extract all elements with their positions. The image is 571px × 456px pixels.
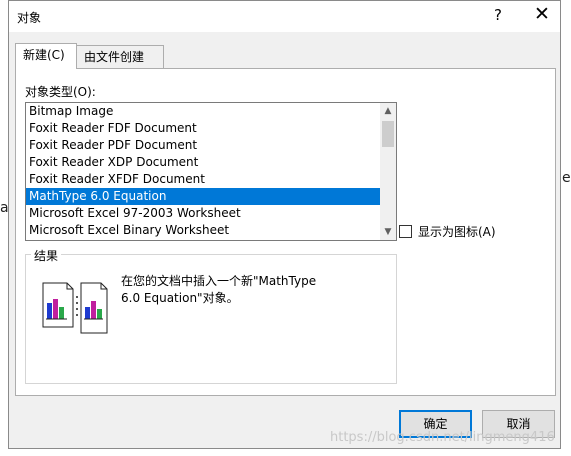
list-item-selected[interactable]: MathType 6.0 Equation (26, 188, 381, 205)
close-button[interactable]: ✕ (530, 3, 554, 25)
object-type-label: 对象类型(O): (25, 85, 96, 99)
scroll-up-icon[interactable]: ▲ (380, 103, 396, 119)
vertical-scrollbar[interactable]: ▲ ▼ (380, 103, 396, 240)
help-button[interactable]: ? (487, 6, 509, 24)
dialog-title: 对象 (17, 11, 42, 25)
object-type-listbox[interactable]: Bitmap Image Foxit Reader FDF Document F… (25, 102, 397, 241)
list-item[interactable]: Microsoft Excel 97-2003 Worksheet (26, 205, 381, 222)
result-legend: 结果 (31, 247, 62, 264)
insert-object-dialog: 对象 ? ✕ 新建(C) 由文件创建(F) 对象类型(O): Bitmap Im… (8, 0, 561, 449)
list-item[interactable]: Foxit Reader PDF Document (26, 137, 381, 154)
title-bar: 对象 ? ✕ (9, 1, 560, 32)
tab-create-from-file[interactable]: 由文件创建(F) (76, 45, 164, 86)
object-type-list: Bitmap Image Foxit Reader FDF Document F… (26, 103, 381, 239)
result-description-line2: 6.0 Equation"对象。 (121, 291, 239, 305)
list-item[interactable]: Bitmap Image (26, 103, 381, 120)
result-description: 在您的文档中插入一个新"MathType 6.0 Equation"对象。 (121, 273, 351, 307)
background-document-char-right: e (562, 170, 571, 186)
scroll-thumb[interactable] (382, 121, 394, 147)
watermark-text: https://blog.csdn.net/lingmeng416 (330, 430, 555, 445)
result-description-line1: 在您的文档中插入一个新"MathType (121, 274, 317, 288)
display-as-icon-label: 显示为图标(A) (418, 224, 496, 239)
tab-create-new[interactable]: 新建(C) (15, 43, 77, 69)
list-item[interactable]: Foxit Reader XDP Document (26, 154, 381, 171)
list-item[interactable]: Foxit Reader XFDF Document (26, 171, 381, 188)
list-item[interactable]: Microsoft Excel Binary Worksheet (26, 222, 381, 239)
scroll-down-icon[interactable]: ▼ (380, 224, 396, 240)
list-item[interactable]: Foxit Reader FDF Document (26, 120, 381, 137)
display-as-icon-option[interactable]: 显示为图标(A) (399, 223, 496, 239)
display-as-icon-checkbox[interactable] (399, 224, 412, 238)
insert-object-illustration-icon (42, 282, 108, 334)
